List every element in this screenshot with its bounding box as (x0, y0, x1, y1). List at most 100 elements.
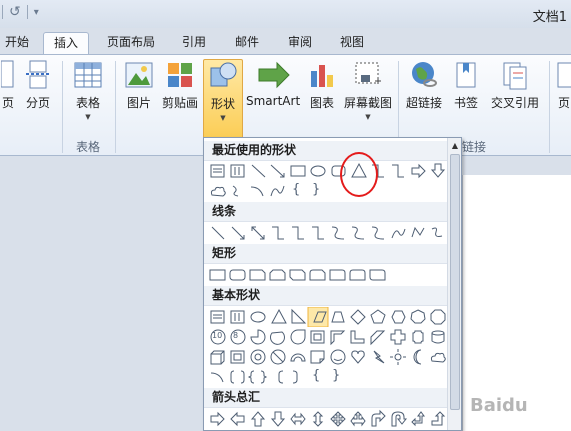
table-icon (74, 62, 102, 88)
chart-button[interactable]: 图表 (305, 59, 339, 111)
page-break-button[interactable]: 页 (0, 59, 16, 111)
shapes-icon (210, 62, 237, 87)
hyperlink-button[interactable]: 超链接 (404, 59, 444, 111)
selected-shape-highlight (307, 307, 329, 327)
rectangle-icon (290, 165, 306, 177)
watermark: Baidu (470, 395, 528, 416)
table-label: 表格 (75, 96, 100, 110)
table-button[interactable]: 表格 ▼ (70, 59, 106, 121)
curve-icon (391, 228, 406, 239)
tab-home[interactable]: 开始 (0, 32, 34, 54)
tab-review[interactable]: 审阅 (278, 32, 322, 54)
bookmark-button[interactable]: 书签 (449, 59, 483, 111)
redo-icon[interactable]: ↺ (9, 4, 21, 20)
chord-icon (269, 331, 285, 345)
shapes-button[interactable]: 形状 ▼ (203, 59, 243, 139)
left-up-arrow-icon (411, 411, 425, 427)
smartart-button[interactable]: SmartArt (246, 59, 300, 108)
up-arrow-icon (250, 411, 266, 427)
moon-icon (413, 349, 422, 365)
separator (2, 5, 3, 19)
header-button[interactable]: 页 (554, 59, 571, 111)
scroll-up-icon[interactable]: ▲ (449, 139, 461, 153)
gallery-scrollbar[interactable]: ▲ (447, 138, 461, 430)
plaque-icon (412, 330, 424, 344)
group-label-links: 链接 (462, 140, 487, 154)
scroll-thumb[interactable] (450, 154, 460, 410)
tab-mailings[interactable]: 邮件 (225, 32, 269, 54)
left-brace-shape[interactable]: { (292, 182, 300, 197)
tab-view[interactable]: 视图 (330, 32, 374, 54)
dodecagon-label: 8 (233, 331, 239, 340)
tab-page-layout[interactable]: 页面布局 (100, 32, 162, 54)
picture-button[interactable]: 图片 (122, 59, 156, 111)
clipart-label: 剪贴画 (161, 96, 198, 110)
elbow-arrow-connector-icon (392, 164, 404, 178)
snip-diagonal-rectangle-icon (289, 269, 306, 281)
left-right-up-arrow-icon (350, 411, 366, 427)
diamond-icon (350, 309, 366, 325)
customize-qat-icon[interactable]: ▾ (34, 7, 39, 18)
vertical-text-box-icon (230, 310, 245, 324)
diagonal-stripe-icon (370, 330, 386, 346)
rectangle-shapes-row (209, 269, 386, 281)
shapes-gallery: 最近使用的形状 { } 线条 矩形 基本形状 10 8 {} 箭头总汇 ▲ (203, 137, 462, 431)
dropdown-caret-icon: ▼ (365, 113, 371, 121)
down-arrow-icon (430, 163, 446, 178)
group-separator (115, 61, 116, 153)
category-block-arrows: 箭头总汇 (204, 388, 449, 408)
bookmark-label: 书签 (453, 96, 478, 110)
text-box-icon (210, 310, 225, 324)
cloud-icon (430, 352, 446, 363)
shapes-label: 形状 (210, 97, 235, 111)
right-brace-shape[interactable]: } (332, 368, 340, 383)
pie-icon (250, 329, 266, 345)
left-brace-shape[interactable]: { (312, 368, 320, 383)
cross-icon (390, 329, 406, 345)
right-triangle-icon (291, 308, 307, 324)
round-diagonal-rectangle-icon (369, 269, 386, 281)
recent-shapes-row-1 (210, 162, 446, 179)
right-arrow-icon (411, 163, 426, 179)
heart-icon (351, 350, 365, 364)
category-rectangles: 矩形 (204, 244, 449, 264)
bent-arrow-icon (371, 409, 386, 427)
blank-page-button[interactable]: 分页 (22, 59, 54, 111)
octagon-icon (430, 309, 446, 325)
double-bracket-icon (230, 370, 245, 384)
left-right-arrow-icon (290, 412, 306, 426)
oval-icon (310, 165, 326, 177)
document-page[interactable] (462, 175, 571, 431)
donut-icon (250, 349, 266, 365)
tab-references[interactable]: 引用 (172, 32, 216, 54)
decagon-label: 10 (212, 331, 223, 340)
chart-label: 图表 (309, 96, 334, 110)
snip-round-rectangle-icon (309, 269, 326, 281)
basic-shapes-row-4 (210, 370, 298, 384)
block-arc-icon (290, 353, 306, 362)
double-brace-icon (247, 370, 268, 384)
picture-icon (125, 62, 153, 88)
right-brace-shape[interactable]: } (312, 182, 320, 197)
dropdown-caret-icon: ▼ (85, 113, 91, 121)
triangle-icon (271, 308, 287, 324)
left-arrow-icon (230, 411, 245, 427)
curved-double-arrow-connector-icon (371, 226, 385, 240)
rectangle-icon (209, 269, 226, 281)
picture-label: 图片 (126, 96, 151, 110)
snip-corner-rectangle-icon (249, 269, 266, 281)
arrow-shapes-row (210, 409, 446, 427)
can-icon (431, 330, 445, 344)
basic-shapes-row-3 (210, 349, 446, 365)
heptagon-icon (410, 309, 426, 324)
clipart-button[interactable]: 剪贴画 (160, 59, 200, 111)
screenshot-button[interactable]: 屏幕截图 ▼ (342, 59, 394, 121)
tab-insert[interactable]: 插入 (43, 32, 89, 54)
blank-page-label: 分页 (25, 96, 50, 110)
cross-reference-button[interactable]: 交叉引用 (486, 59, 544, 111)
elbow-connector-icon (272, 226, 284, 240)
smartart-label: SmartArt (246, 94, 301, 108)
right-arrow-icon (210, 411, 225, 427)
no-symbol-icon (270, 349, 286, 365)
recent-shapes-row-2 (210, 185, 285, 197)
